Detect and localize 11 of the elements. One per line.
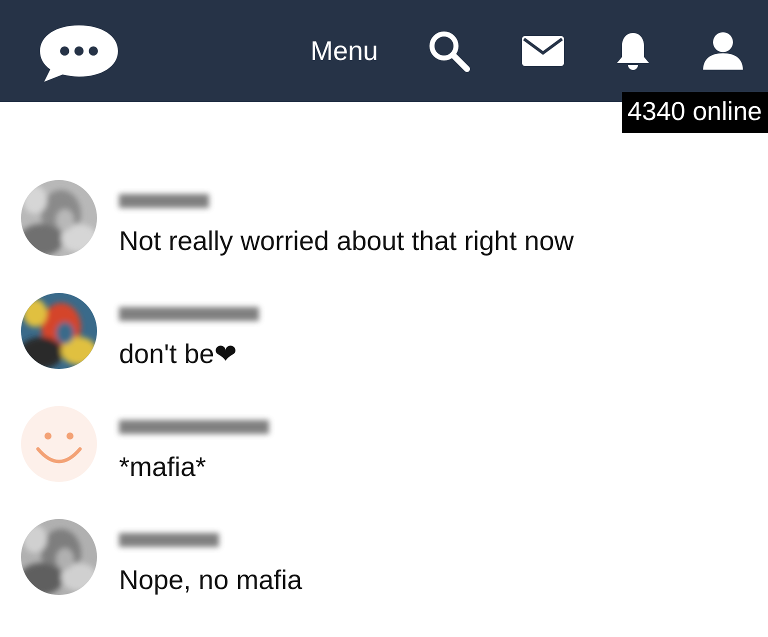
message-text: don't be❤ — [119, 339, 238, 370]
smiley-avatar-icon — [21, 406, 97, 482]
message-text: *mafia* — [119, 452, 208, 483]
bell-icon[interactable] — [616, 30, 650, 72]
user-icon[interactable] — [702, 30, 744, 72]
message-text: Not really worried about that right now — [119, 226, 574, 257]
message-text: Nope, no mafia — [119, 565, 302, 596]
online-count: 4340 online — [622, 92, 768, 133]
chat-bubble-logo[interactable] — [38, 23, 120, 83]
menu-button[interactable]: Menu — [310, 36, 378, 66]
search-icon[interactable] — [428, 30, 470, 72]
